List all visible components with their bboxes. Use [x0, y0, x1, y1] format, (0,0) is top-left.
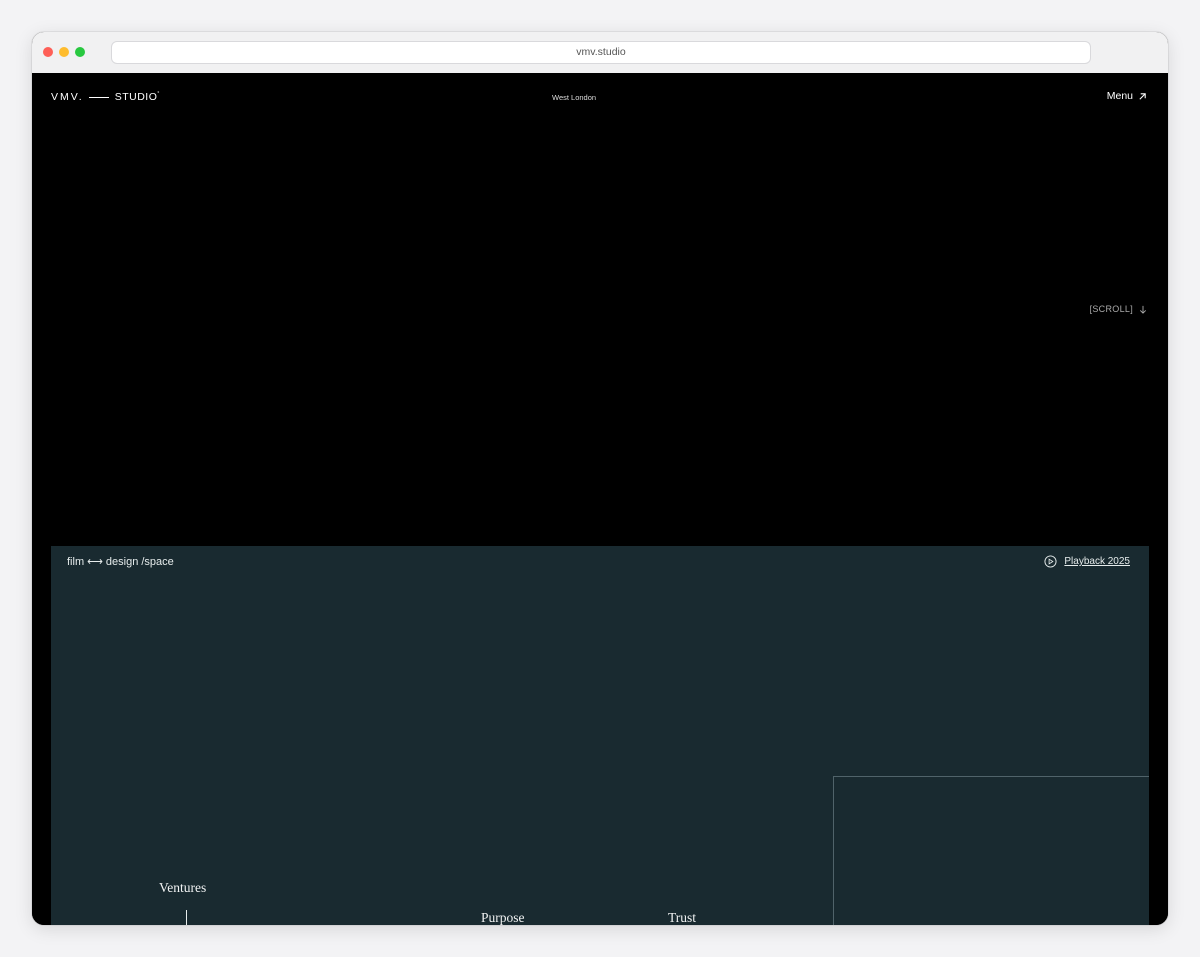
menu-label: Menu — [1106, 90, 1133, 102]
playback-label: Playback 2025 — [1064, 556, 1130, 567]
logo-dash — [88, 96, 109, 98]
minimize-window-button[interactable] — [59, 47, 69, 57]
scroll-label: [SCROLL] — [1089, 304, 1133, 314]
logo-studio-text: STUDIO — [114, 91, 158, 103]
browser-window: vmv.studio VMV. STUDIO° West London Menu… — [32, 32, 1168, 925]
double-arrow-icon: ⟷ — [87, 556, 103, 568]
tag-film: film — [67, 555, 85, 568]
logo-studio: STUDIO° — [115, 91, 160, 103]
site-logo[interactable]: VMV. STUDIO° — [51, 91, 160, 103]
arrow-down-icon — [1139, 305, 1147, 314]
location-label: West London — [552, 93, 597, 102]
play-circle-icon — [1044, 555, 1057, 568]
playback-link[interactable]: Playback 2025 — [1044, 555, 1130, 568]
logo-mark: ° — [157, 91, 160, 97]
site-viewport: VMV. STUDIO° West London Menu [SCROLL] f… — [32, 73, 1168, 925]
word-ventures: Ventures — [159, 880, 207, 895]
address-bar[interactable]: vmv.studio — [111, 41, 1091, 64]
menu-button[interactable]: Menu — [1107, 90, 1147, 102]
close-window-button[interactable] — [43, 47, 53, 57]
arrow-up-right-icon — [1139, 92, 1146, 100]
logo-vmv: VMV. — [51, 91, 84, 103]
browser-titlebar: vmv.studio — [32, 32, 1168, 74]
word-trust: Trust — [668, 910, 697, 925]
showreel-panel: film ⟷ design /space Playback 2025 Ventu… — [51, 546, 1149, 925]
ventures-line — [186, 910, 187, 925]
tag-design-space: design /space — [105, 555, 174, 568]
panel-tagline: film ⟷ design /space — [67, 555, 174, 569]
word-purpose: Purpose — [481, 910, 525, 925]
maximize-window-button[interactable] — [75, 47, 85, 57]
scroll-indicator[interactable]: [SCROLL] — [1090, 304, 1147, 314]
video-frame-outline — [833, 776, 1149, 925]
